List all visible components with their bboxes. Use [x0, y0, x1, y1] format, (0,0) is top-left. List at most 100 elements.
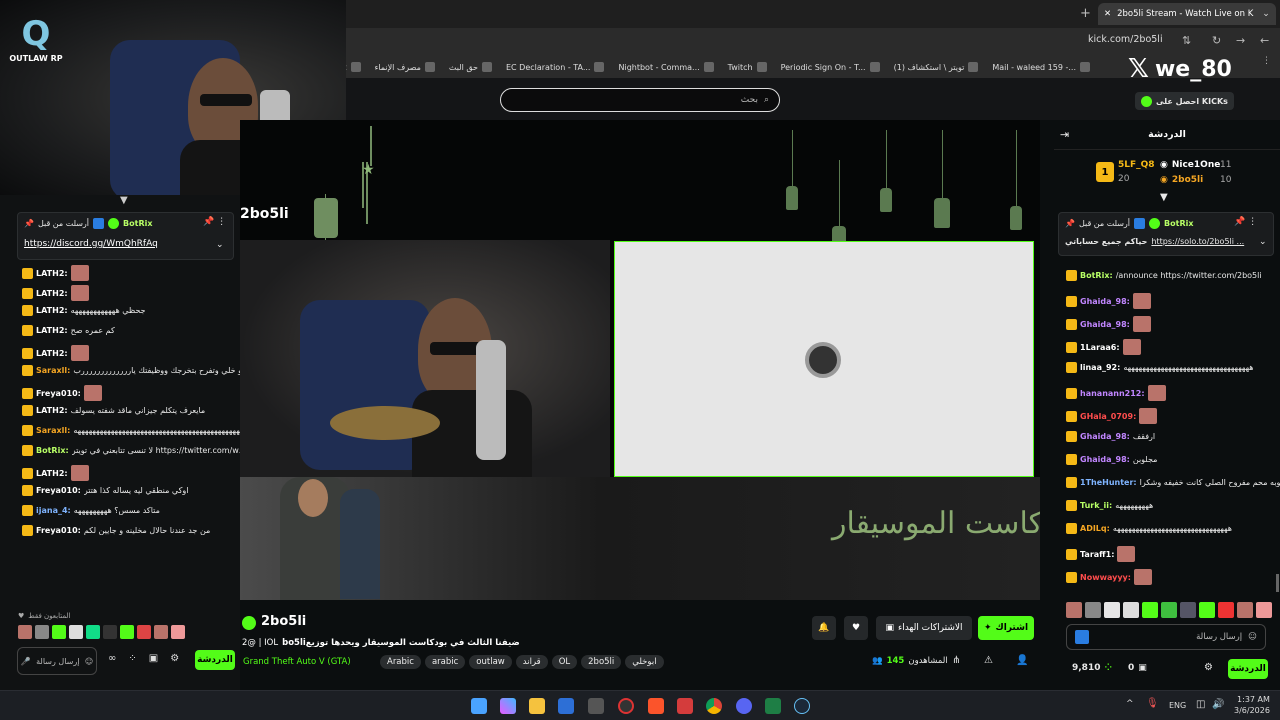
- chat-username[interactable]: Taraff1:: [1080, 550, 1114, 559]
- chat-username[interactable]: 1TheHunter:: [1080, 478, 1137, 487]
- bookmark-item[interactable]: (1) تويتر \ استكشاف: [894, 62, 979, 72]
- copilot-icon[interactable]: [500, 698, 516, 714]
- chat-username[interactable]: LATH2:: [36, 326, 68, 335]
- points-icon[interactable]: ⁘: [128, 653, 136, 664]
- emote-picker-icon[interactable]: [1075, 630, 1089, 644]
- pinned-link[interactable]: https://solo.to/2bo5li ...: [1151, 237, 1244, 246]
- user-icon[interactable]: 👤: [1016, 655, 1028, 666]
- stream-tag[interactable]: arabic: [424, 655, 466, 669]
- chat-username[interactable]: 1Laraa6:: [1080, 343, 1120, 352]
- clock[interactable]: 1:37 AM 3/6/2026: [1234, 694, 1270, 716]
- category-link[interactable]: Grand Theft Auto V (GTA): [243, 657, 351, 667]
- pin-toggle-icon[interactable]: 📌 ⋮: [203, 217, 226, 227]
- stream-tag[interactable]: 2bo5li: [581, 655, 622, 669]
- chat-username[interactable]: LATH2:: [36, 406, 68, 415]
- store-icon[interactable]: [558, 698, 574, 714]
- bookmark-item[interactable]: Mail - waleed 159 -...: [992, 62, 1090, 72]
- chat-username[interactable]: LATH2:: [36, 306, 68, 315]
- collapse-icon[interactable]: ▼: [1160, 192, 1168, 203]
- emoji-icon[interactable]: ☺: [85, 657, 93, 666]
- left-chat-send-button[interactable]: الدردشة: [195, 650, 235, 670]
- language-indicator[interactable]: ENG: [1169, 701, 1186, 710]
- stream-player[interactable]: ★ 2bo5li بودكاست الموسيقار: [240, 120, 1040, 600]
- brave-icon[interactable]: [648, 698, 664, 714]
- chat-username[interactable]: Turk_ii:: [1080, 501, 1112, 510]
- report-icon[interactable]: ⚠: [984, 655, 993, 666]
- stream-tag[interactable]: outlaw: [469, 655, 512, 669]
- excel-icon[interactable]: [765, 698, 781, 714]
- bookmark-item[interactable]: مصرف الإنماء: [375, 62, 435, 72]
- channel-name[interactable]: 2bo5li: [261, 614, 306, 629]
- chat-username[interactable]: LATH2:: [36, 289, 68, 298]
- new-tab-icon[interactable]: +: [1080, 6, 1091, 21]
- settings-icon[interactable]: ⚙: [1204, 662, 1213, 673]
- chevron-down-icon[interactable]: ⌄: [216, 240, 224, 250]
- chat-username[interactable]: Nowwayyy:: [1080, 573, 1131, 582]
- chrome-icon[interactable]: [706, 698, 722, 714]
- pinned-link[interactable]: https://discord.gg/WmQhRfAq: [24, 239, 158, 249]
- bookmark-item[interactable]: Twitch: [728, 62, 767, 72]
- chat-username[interactable]: Freya010:: [36, 389, 81, 398]
- follow-button[interactable]: ♥: [844, 616, 868, 640]
- subscribe-button[interactable]: ✦ اشتراك: [978, 616, 1034, 640]
- chat-username[interactable]: GHala_0709:: [1080, 412, 1136, 421]
- forward-icon[interactable]: →: [1236, 34, 1245, 47]
- stream-tag[interactable]: OL: [551, 655, 578, 669]
- chat-username[interactable]: hananann212:: [1080, 389, 1145, 398]
- volume-icon[interactable]: 🔊: [1212, 699, 1224, 710]
- points-counter[interactable]: 9,810 ⁘: [1072, 663, 1112, 673]
- gift-subs-button[interactable]: ▣ الاشتراكات الهداء: [876, 616, 972, 640]
- search-input[interactable]: بحث ⌕: [500, 88, 780, 112]
- chat-username[interactable]: linaa_92:: [1080, 363, 1120, 372]
- stream-tag[interactable]: ابوخلي: [625, 655, 664, 669]
- start-icon[interactable]: [471, 698, 487, 714]
- collapse-icon[interactable]: ▼: [120, 195, 128, 206]
- right-chat-input[interactable]: إرسال رسالة ☺: [1066, 624, 1266, 650]
- stream-tag[interactable]: Arabic: [380, 655, 421, 669]
- notification-button[interactable]: 🔔: [812, 616, 836, 640]
- emoji-icon[interactable]: ☺: [1248, 632, 1257, 642]
- mic-icon[interactable]: 🎙: [1146, 698, 1159, 709]
- chat-username[interactable]: LATH2:: [36, 269, 68, 278]
- chat-username[interactable]: BotRix:: [36, 446, 69, 455]
- chat-username[interactable]: ADILq:: [1080, 524, 1110, 533]
- get-kicks-button[interactable]: احصل على KICKs: [1135, 92, 1234, 110]
- bookmark-item[interactable]: EC Declaration - TA...: [506, 62, 605, 72]
- tray-expand-icon[interactable]: ^: [1126, 699, 1134, 709]
- steam-icon[interactable]: [794, 698, 810, 714]
- site-settings-icon[interactable]: ⇅: [1182, 34, 1191, 47]
- settings-icon[interactable]: ⚙: [170, 653, 179, 664]
- chat-username[interactable]: Ghaida_98:: [1080, 432, 1130, 441]
- chat-send-button[interactable]: الدردشة: [1228, 659, 1268, 679]
- leader-name[interactable]: 5LF_Q8: [1118, 160, 1155, 170]
- chevron-down-icon[interactable]: ⌄: [1259, 237, 1267, 247]
- bookmark-item[interactable]: Nightbot - Comma...: [618, 62, 714, 72]
- chat-username[interactable]: Freya010:: [36, 526, 81, 535]
- chat-username[interactable]: Saraxll:: [36, 366, 70, 375]
- chat-username[interactable]: Ghaida_98:: [1080, 297, 1130, 306]
- share-icon[interactable]: ⋔: [952, 655, 960, 666]
- bookmark-item[interactable]: Periodic Sign On - T...: [781, 62, 880, 72]
- left-chat-input[interactable]: 🎤 إرسال رسالة ☺: [17, 647, 97, 675]
- chat-username[interactable]: LATH2:: [36, 469, 68, 478]
- gift-icon[interactable]: ▣: [149, 653, 158, 664]
- chat-username[interactable]: Freya010:: [36, 486, 81, 495]
- bookmark-item[interactable]: حق البث: [449, 62, 492, 72]
- chat-username[interactable]: BotRix:: [1080, 271, 1113, 280]
- gifts-counter[interactable]: 0 ▣: [1128, 663, 1147, 673]
- obs-icon[interactable]: [618, 698, 634, 714]
- tab-search-icon[interactable]: ⌄: [1256, 4, 1276, 24]
- chat-username[interactable]: ijana_4:: [36, 506, 71, 515]
- active-tab[interactable]: ✕ 2bo5li Stream - Watch Live on K K: [1098, 3, 1276, 25]
- address-bar[interactable]: kick.com/2bo5li: [1088, 34, 1163, 45]
- chat-username[interactable]: Ghaida_98:: [1080, 455, 1130, 464]
- network-icon[interactable]: ◫: [1196, 699, 1205, 710]
- close-tab-icon[interactable]: ✕: [1104, 9, 1111, 19]
- discord-icon[interactable]: [736, 698, 752, 714]
- reload-icon[interactable]: ↻: [1212, 34, 1221, 47]
- bookmark-item[interactable]: Speed Test: [346, 62, 361, 72]
- file-explorer-icon[interactable]: [529, 698, 545, 714]
- kebab-menu-icon[interactable]: ⋮: [1262, 56, 1271, 66]
- back-icon[interactable]: ←: [1260, 34, 1269, 47]
- pin-menu-icon[interactable]: 📌 ⋮: [1234, 217, 1257, 227]
